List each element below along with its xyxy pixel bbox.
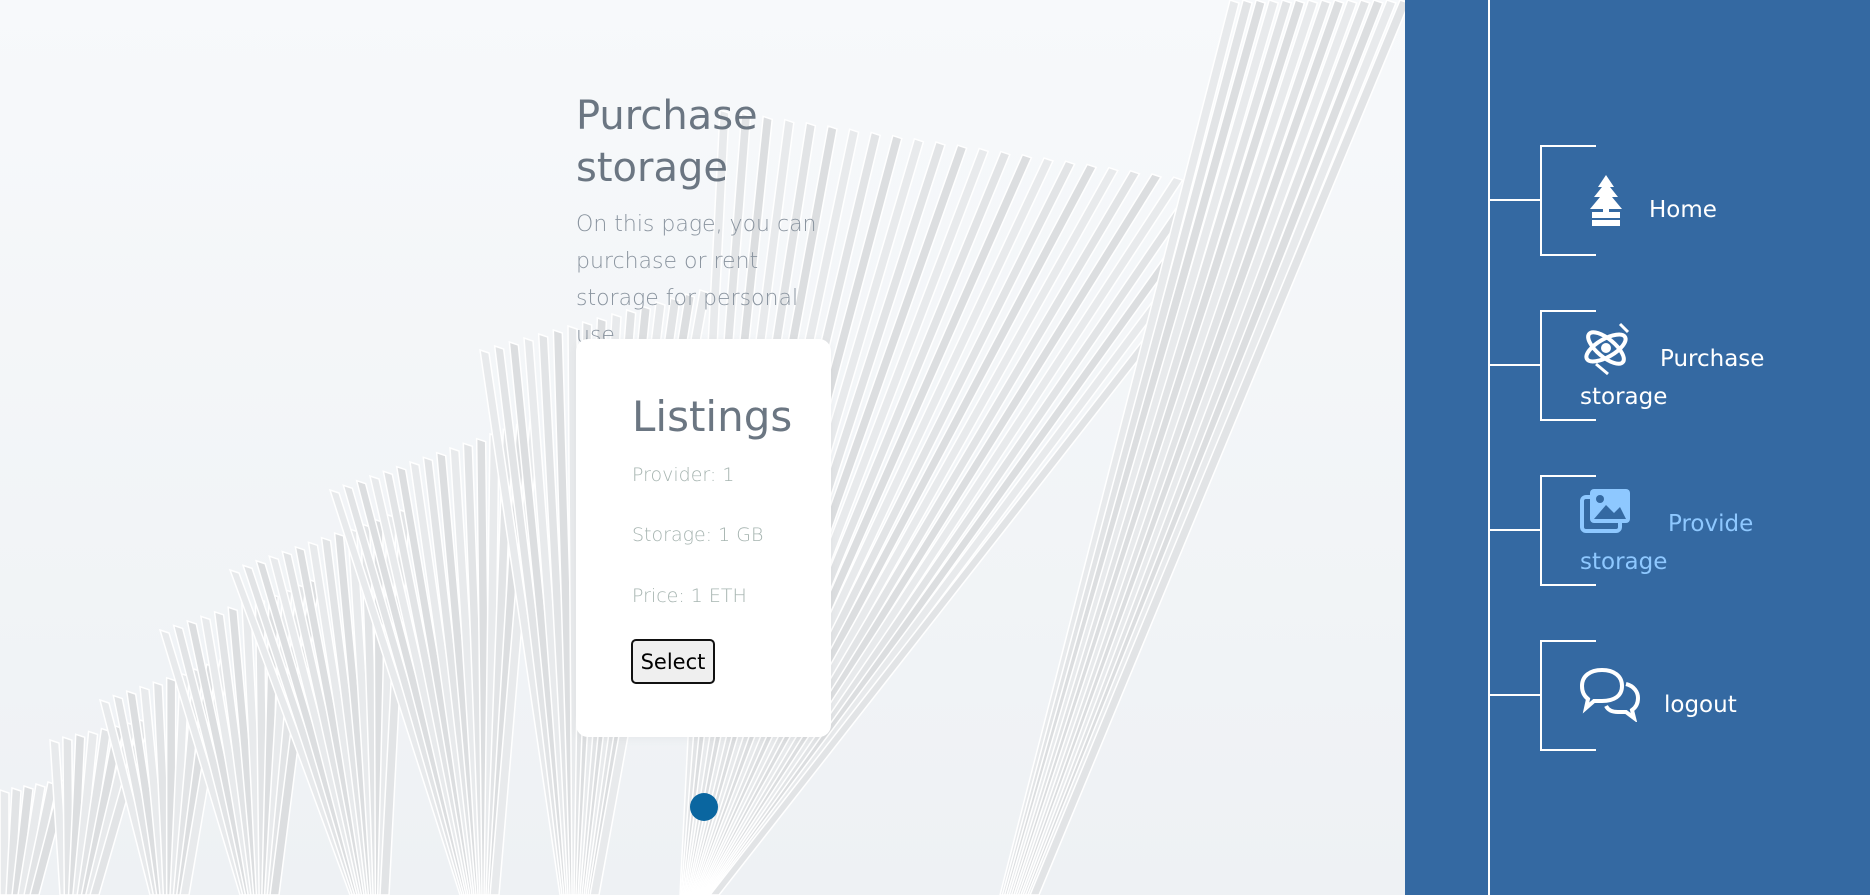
listing-card-title: Listings [632,392,793,441]
nav-item-purchase-storage[interactable]: Purchase storage [1405,310,1870,425]
nav-item-home[interactable]: Home [1405,145,1870,260]
nav-item-label: Home [1649,197,1717,223]
listing-card: Listings Provider: 1 Storage: 1 GB Price… [576,339,831,737]
nav-tree-line [1488,0,1490,895]
nav-item-label: Provide storage [1580,511,1754,575]
listing-price: Price: 1 ETH [632,585,747,607]
nav-item-provide-storage[interactable]: Provide storage [1405,475,1870,590]
nav-connector [1490,694,1540,696]
nav-connector [1490,529,1540,531]
sidebar-nav: Home Purchase storage Provide storage lo… [1405,0,1870,895]
pager-dot-active[interactable] [690,793,718,821]
nav-item-logout[interactable]: logout [1405,640,1870,755]
nav-item-label: logout [1664,692,1737,718]
nav-connector [1490,364,1540,366]
nav-item-label: Purchase storage [1580,346,1765,410]
nav-connector [1490,199,1540,201]
tree-icon [1590,175,1622,226]
listing-provider: Provider: 1 [632,464,735,486]
chat-bubbles-icon [1579,667,1641,722]
select-button[interactable]: Select [631,639,715,684]
page-description: On this page, you can purchase or rent s… [576,212,817,348]
listing-storage: Storage: 1 GB [632,524,764,546]
page-title: Purchase storage [576,93,758,191]
